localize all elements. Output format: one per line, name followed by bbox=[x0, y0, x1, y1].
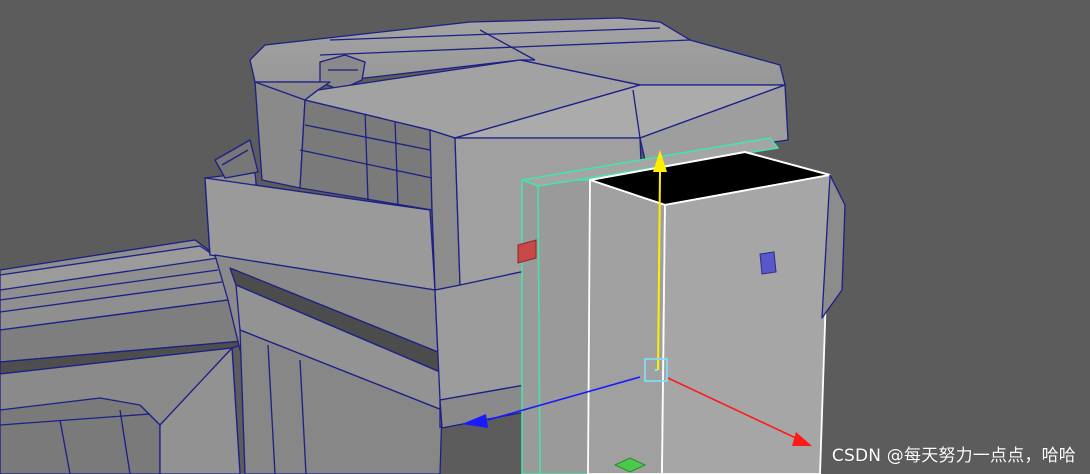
3d-viewport[interactable]: CSDN @每天努力一点点，哈哈 bbox=[0, 0, 1090, 474]
gizmo-plane-yz-handle[interactable] bbox=[759, 251, 777, 275]
selected-chute-mesh[interactable] bbox=[521, 137, 846, 474]
scene-canvas[interactable] bbox=[0, 0, 1090, 474]
watermark-text: CSDN @每天努力一点点，哈哈 bbox=[831, 446, 1076, 466]
left-conveyor-mesh[interactable] bbox=[0, 239, 256, 474]
